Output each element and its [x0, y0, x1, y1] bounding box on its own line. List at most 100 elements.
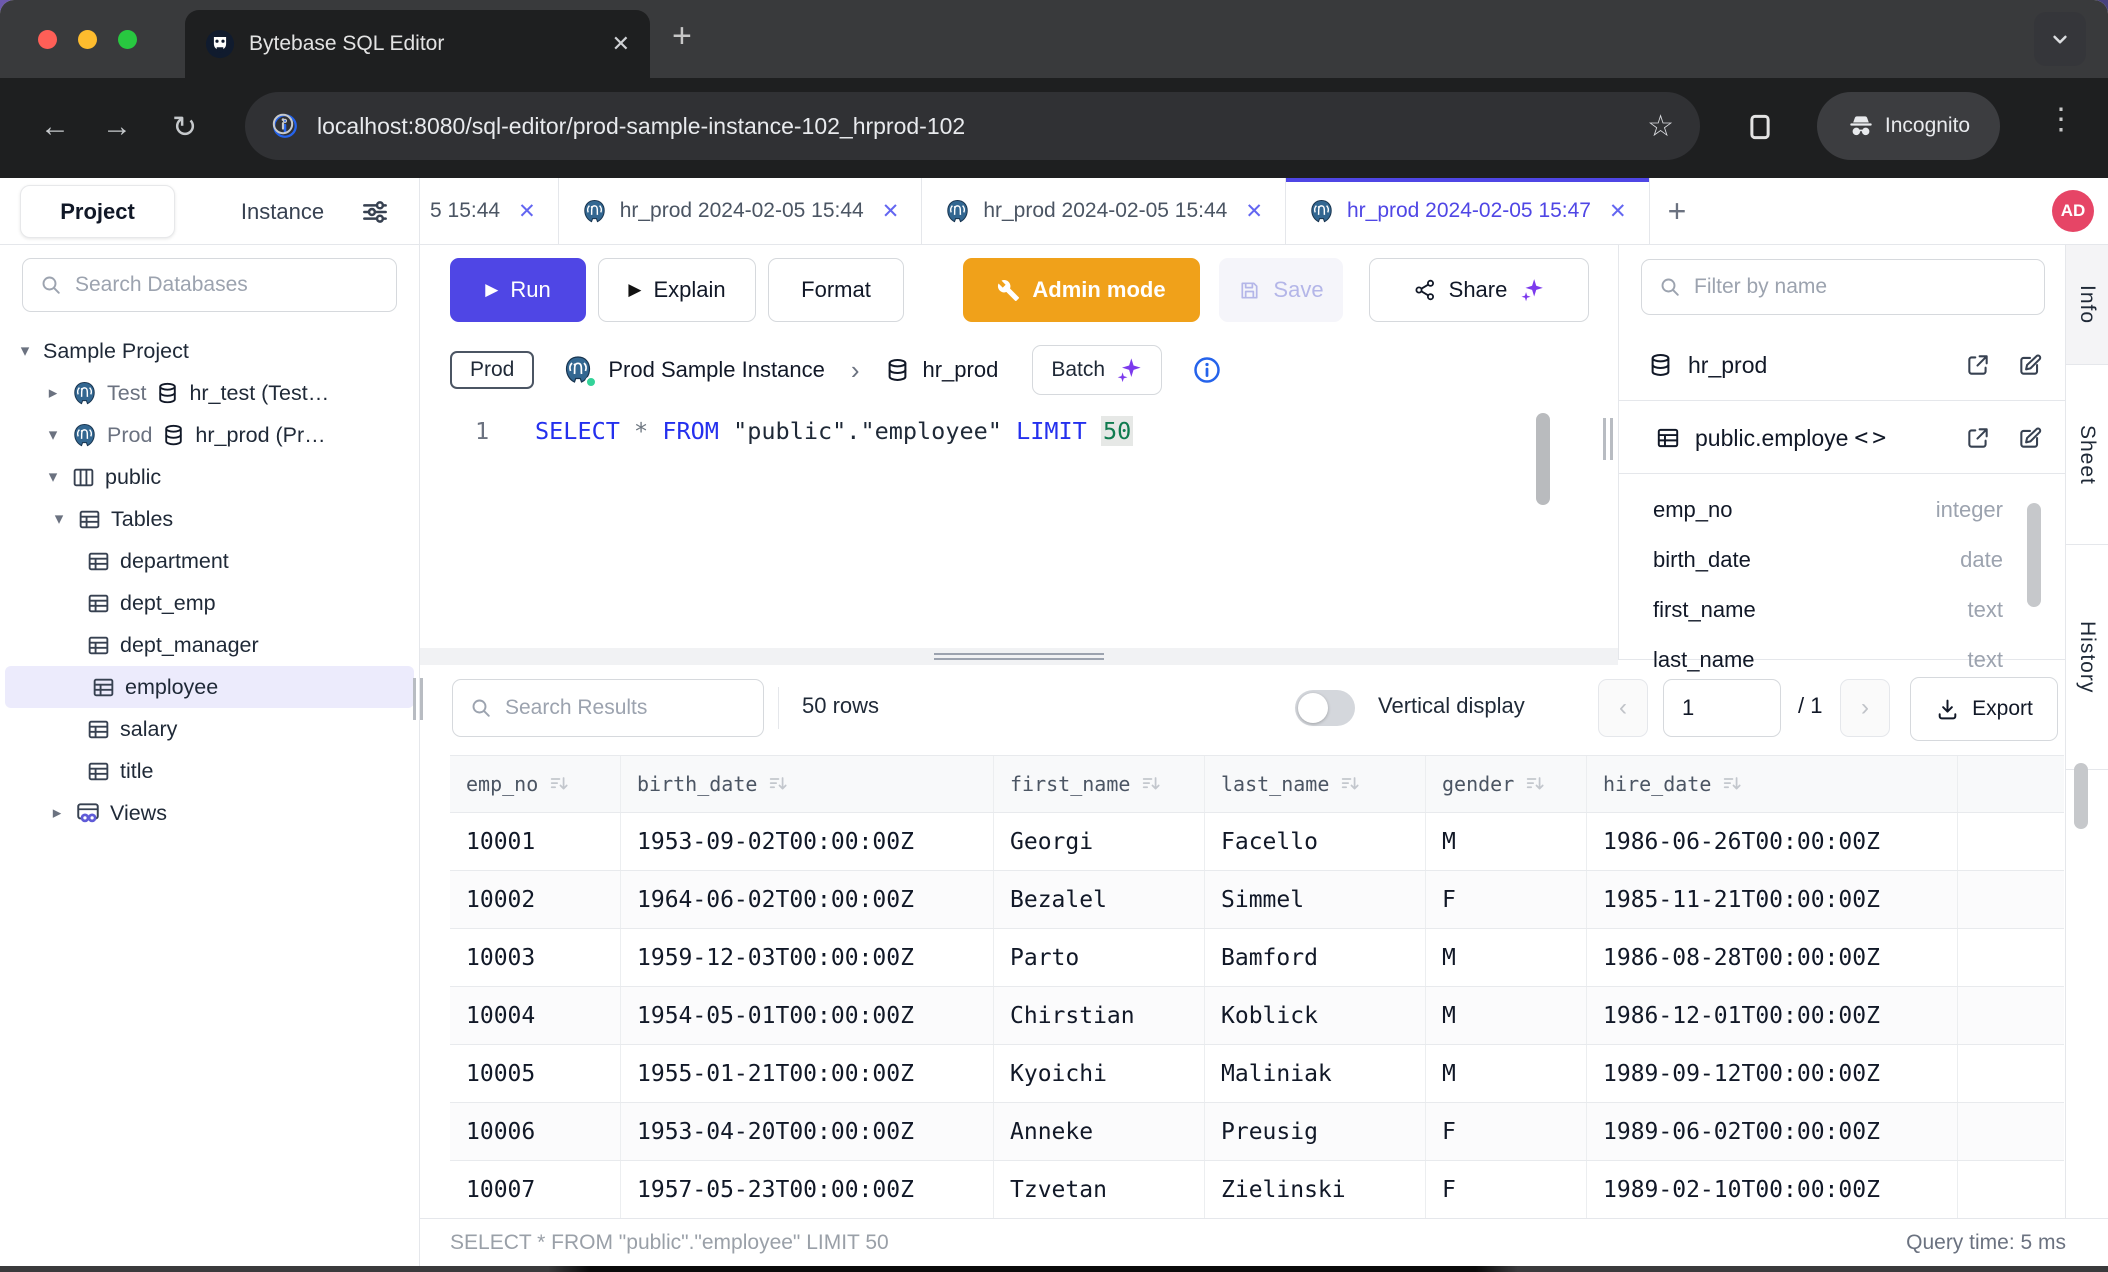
share-button[interactable]: Share [1369, 258, 1589, 322]
cell[interactable]: F [1426, 1103, 1587, 1160]
cell[interactable]: Koblick [1205, 987, 1426, 1044]
caret-right-icon[interactable]: ▸ [44, 383, 62, 403]
cell[interactable]: Preusig [1205, 1103, 1426, 1160]
export-button[interactable]: Export [1910, 677, 2058, 741]
save-button[interactable]: Save [1219, 258, 1343, 322]
close-icon[interactable]: ✕ [1245, 199, 1263, 224]
caret-down-icon[interactable]: ▾ [44, 467, 62, 487]
site-info-icon[interactable] [271, 112, 299, 140]
filter-by-name-input[interactable]: Filter by name [1641, 259, 2045, 315]
browser-tab[interactable]: Bytebase SQL Editor ✕ [185, 10, 650, 78]
reload-icon[interactable]: ↻ [172, 110, 197, 145]
edit-icon[interactable] [2017, 352, 2043, 378]
cell[interactable]: 1959-12-03T00:00:00Z [621, 929, 994, 986]
cell[interactable]: Anneke [994, 1103, 1205, 1160]
column-header[interactable]: emp_no [450, 756, 621, 812]
info-icon[interactable] [1192, 355, 1222, 385]
back-icon[interactable]: ← [40, 110, 70, 144]
editor-scrollbar[interactable] [1536, 413, 1550, 505]
tree-item-sample-project[interactable]: ▾ Sample Project [0, 330, 419, 372]
sort-icon[interactable] [1721, 773, 1743, 795]
tab-project[interactable]: Project [20, 185, 175, 238]
close-icon[interactable]: ✕ [518, 199, 536, 224]
schema-column-row[interactable]: birth_date date [1653, 535, 2003, 585]
forward-icon[interactable]: → [102, 110, 132, 144]
tree-item-department[interactable]: department [0, 540, 419, 582]
tree-item-title[interactable]: title [0, 750, 419, 792]
cell[interactable]: 10005 [450, 1045, 621, 1102]
traffic-zoom-button[interactable] [118, 30, 137, 49]
cell[interactable]: 1953-04-20T00:00:00Z [621, 1103, 994, 1160]
tree-item-public[interactable]: ▾ public [0, 456, 419, 498]
user-avatar[interactable]: AD [2052, 190, 2094, 232]
caret-down-icon[interactable]: ▾ [50, 509, 68, 529]
sort-icon[interactable] [1140, 773, 1162, 795]
table-row[interactable]: 10005 1955-01-21T00:00:00Z Kyoichi Malin… [450, 1045, 2064, 1103]
edit-icon[interactable] [2017, 425, 2043, 451]
traffic-minimize-button[interactable] [78, 30, 97, 49]
column-header[interactable]: hire_date [1587, 756, 1958, 812]
new-tab-button[interactable]: + [672, 16, 692, 56]
browser-menu-icon[interactable]: ⋮ [2046, 102, 2076, 137]
page-number-input[interactable] [1663, 679, 1781, 737]
cell[interactable]: 10003 [450, 929, 621, 986]
cell[interactable]: M [1426, 987, 1587, 1044]
cell[interactable]: M [1426, 813, 1587, 870]
cell[interactable]: Bezalel [994, 871, 1205, 928]
tab-instance[interactable]: Instance [205, 185, 360, 238]
cell[interactable]: F [1426, 871, 1587, 928]
cell[interactable]: 1989-06-02T00:00:00Z [1587, 1103, 1958, 1160]
query-tab-3-active[interactable]: hr_prod 2024-02-05 15:47 ✕ [1286, 178, 1650, 244]
column-header[interactable]: last_name [1205, 756, 1426, 812]
database-name[interactable]: hr_prod [923, 357, 999, 383]
cell[interactable]: Zielinski [1205, 1161, 1426, 1218]
cell[interactable]: 1957-05-23T00:00:00Z [621, 1161, 994, 1218]
external-link-icon[interactable] [1965, 352, 1991, 378]
next-page-button[interactable]: › [1840, 679, 1890, 737]
cell[interactable]: 10002 [450, 871, 621, 928]
tree-item-hr-test[interactable]: ▸ Test hr_test (Test… [0, 372, 419, 414]
tree-item-dept-manager[interactable]: dept_manager [0, 624, 419, 666]
query-tab-1[interactable]: hr_prod 2024-02-05 15:44 ✕ [559, 178, 923, 244]
cell[interactable]: Georgi [994, 813, 1205, 870]
vertical-display-toggle[interactable] [1295, 690, 1355, 726]
cell[interactable]: Simmel [1205, 871, 1426, 928]
table-row[interactable]: 10002 1964-06-02T00:00:00Z Bezalel Simme… [450, 871, 2064, 929]
schema-scrollbar[interactable] [2027, 503, 2041, 607]
cell[interactable]: 1989-09-12T00:00:00Z [1587, 1045, 1958, 1102]
search-databases-input[interactable]: Search Databases [22, 258, 397, 312]
results-scrollbar[interactable] [2074, 763, 2088, 829]
admin-mode-button[interactable]: Admin mode [963, 258, 1200, 322]
sort-icon[interactable] [767, 773, 789, 795]
tree-item-hr-prod[interactable]: ▾ Prod hr_prod (Pr… [0, 414, 419, 456]
close-icon[interactable]: ✕ [882, 199, 900, 224]
cell[interactable]: 1964-06-02T00:00:00Z [621, 871, 994, 928]
column-header[interactable]: first_name [994, 756, 1205, 812]
run-button[interactable]: ▶ Run [450, 258, 586, 322]
cell[interactable]: 10001 [450, 813, 621, 870]
schema-column-row[interactable]: first_name text [1653, 585, 2003, 635]
table-row[interactable]: 10007 1957-05-23T00:00:00Z Tzvetan Zieli… [450, 1161, 2064, 1219]
cell[interactable]: 1953-09-02T00:00:00Z [621, 813, 994, 870]
cell[interactable]: 1986-08-28T00:00:00Z [1587, 929, 1958, 986]
traffic-close-button[interactable] [38, 30, 57, 49]
sort-icon[interactable] [1339, 773, 1361, 795]
cell[interactable]: 1989-02-10T00:00:00Z [1587, 1161, 1958, 1218]
bookmark-star-icon[interactable]: ☆ [1647, 109, 1674, 144]
cell[interactable]: 1986-06-26T00:00:00Z [1587, 813, 1958, 870]
cell[interactable]: Tzvetan [994, 1161, 1205, 1218]
explain-button[interactable]: ▶ Explain [598, 258, 756, 322]
rail-tab-sheet[interactable]: Sheet [2066, 365, 2108, 545]
tree-item-employee[interactable]: employee [5, 666, 414, 708]
cell[interactable]: 1954-05-01T00:00:00Z [621, 987, 994, 1044]
caret-down-icon[interactable]: ▾ [44, 425, 62, 445]
cell[interactable]: Kyoichi [994, 1045, 1205, 1102]
column-header[interactable]: birth_date [621, 756, 994, 812]
cell[interactable]: 1985-11-21T00:00:00Z [1587, 871, 1958, 928]
divider-handle[interactable] [934, 650, 1104, 663]
sort-icon[interactable] [1524, 773, 1546, 795]
caret-down-icon[interactable]: ▾ [16, 341, 34, 361]
tree-item-dept-emp[interactable]: dept_emp [0, 582, 419, 624]
table-row[interactable]: 10003 1959-12-03T00:00:00Z Parto Bamford… [450, 929, 2064, 987]
sort-icon[interactable] [548, 773, 570, 795]
